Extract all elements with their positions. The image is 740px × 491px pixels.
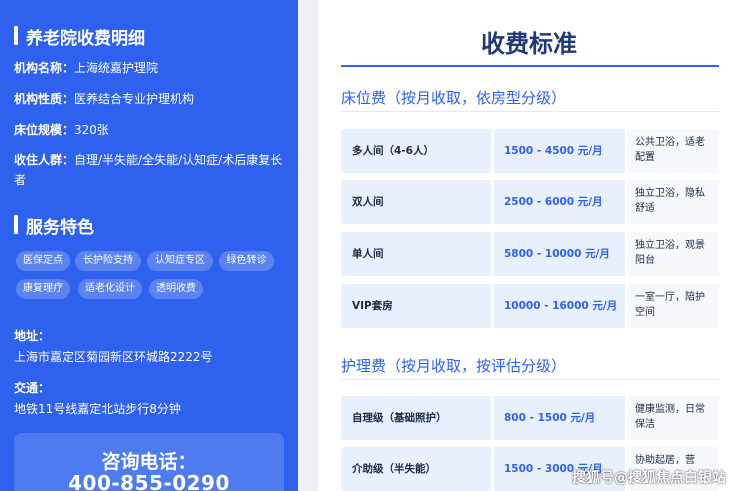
consult-phone[interactable]: 400-855-0290 [14, 471, 284, 491]
bed-fee-divider [341, 111, 719, 112]
address-label: 地址： [14, 329, 51, 343]
info-target-residents: 收住人群：自理/半失能/全失能/认知症/术后康复长者 [14, 150, 284, 190]
feature-tag: 绿色转诊 [219, 251, 274, 271]
feature-tag: 医保定点 [16, 251, 70, 271]
care-fee-title: 护理费（按月收取，按评估分级） [341, 357, 567, 375]
info-label: 机构性质： [14, 92, 75, 106]
feature-tag: 透明收费 [149, 279, 203, 299]
care-fee-divider [341, 379, 719, 380]
feature-tag: 认知症专区 [147, 251, 213, 271]
bed-price-cell: 10000 - 16000 元/月 [494, 284, 625, 328]
bed-type-cell: 单人间 [341, 232, 491, 276]
title-divider [341, 65, 719, 67]
sidebar: 养老院收费明细 机构名称：上海统嘉护理院 机构性质：医养结合专业护理机构 床位规… [0, 0, 298, 491]
transport-value: 地铁11号线嘉定北站步行8分钟 [14, 402, 181, 416]
consult-box[interactable]: 咨询电话： 400-855-0290 [14, 433, 284, 491]
feature-tag: 长护险支持 [75, 251, 141, 271]
info-value: 医养结合专业护理机构 [74, 92, 195, 106]
feature-tag: 适老化设计 [78, 279, 142, 299]
info-value: 320张 [74, 123, 109, 137]
transport-label: 交通： [14, 381, 51, 395]
consult-label: 咨询电话： [101, 451, 197, 473]
info-label: 机构名称： [14, 61, 75, 75]
bed-desc-cell: 独立卫浴，观景阳台 [628, 232, 719, 276]
address-value: 上海市嘉定区菊园新区环城路2222号 [14, 350, 213, 364]
bed-type-cell: 多人间（4-6人） [341, 129, 491, 173]
bed-fee-title: 床位费（按月收取，依房型分级） [341, 89, 567, 107]
info-label: 床位规模： [14, 123, 75, 137]
bed-desc-cell: 一室一厅，陪护空间 [628, 284, 719, 328]
care-desc-cell: 健康监测，日常保洁 [628, 396, 719, 440]
watermark: 搜狐号@搜狐焦点白银站 [572, 470, 726, 486]
page-title: 收费标准 [481, 30, 577, 58]
fee-panel: 收费标准 床位费（按月收取，依房型分级） 多人间（4-6人） 1500 - 45… [318, 0, 740, 491]
bed-price-cell: 1500 - 4500 元/月 [494, 129, 625, 173]
info-value: 上海统嘉护理院 [74, 61, 159, 75]
info-bed-capacity: 床位规模：320张 [14, 120, 284, 140]
bed-type-cell: VIP套房 [341, 284, 491, 328]
feature-tag: 康复理疗 [16, 279, 70, 299]
bed-price-cell: 2500 - 6000 元/月 [494, 180, 625, 224]
features-section-title: 服务特色 [14, 213, 94, 238]
bed-desc-cell: 公共卫浴，适老配置 [628, 129, 719, 173]
info-institution-type: 机构性质：医养结合专业护理机构 [14, 89, 284, 109]
care-price-cell: 800 - 1500 元/月 [494, 396, 625, 440]
care-type-cell: 自理级（基础照护） [341, 396, 491, 440]
info-institution-name: 机构名称：上海统嘉护理院 [14, 58, 284, 78]
info-label: 收住人群： [14, 153, 75, 167]
bed-desc-cell: 独立卫浴，隐私舒适 [628, 180, 719, 224]
bed-type-cell: 双人间 [341, 180, 491, 224]
detail-section-title: 养老院收费明细 [14, 24, 145, 49]
care-type-cell: 介助级（半失能） [341, 447, 491, 491]
bed-price-cell: 5800 - 10000 元/月 [494, 232, 625, 276]
